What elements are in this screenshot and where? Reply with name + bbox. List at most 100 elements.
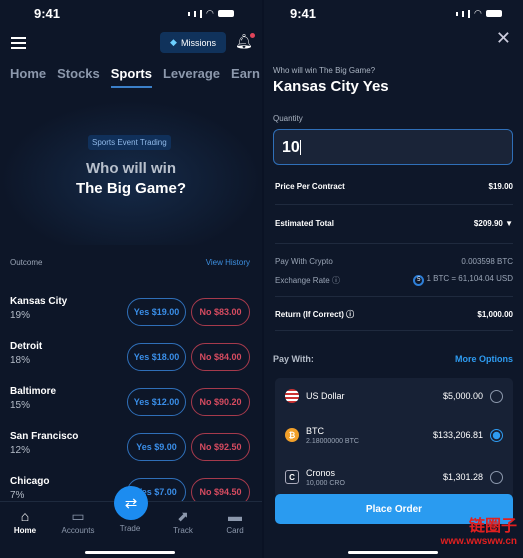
nav-track[interactable]: ⬈ Track [158,508,208,535]
bell-icon[interactable]: 🔔︎ [235,33,255,50]
tab-bar: Home Stocks Sports Leverage Earn [10,66,260,88]
price-row: Price Per Contract $19.00 [275,182,513,191]
missions-button[interactable]: ◆ Missions [160,32,226,53]
tab-earn[interactable]: Earn [231,66,260,88]
crypto-label: Pay With Crypto [275,257,333,266]
crypto-value: 0.003598 BTC [461,257,513,266]
trade-fab-button[interactable]: ⇄ [114,486,148,520]
home-indicator [85,551,175,554]
outcome-row: Detroit 18% Yes $18.00 No $84.00 [10,341,250,373]
total-label: Estimated Total [275,219,334,228]
caret-down-icon[interactable]: ▼ [505,219,513,228]
missions-label: Missions [180,37,216,48]
outcome-row: San Francisco 12% Yes $9.00 No $92.50 [10,431,250,463]
quantity-value: 10 [282,139,300,156]
sports-screen: 9:41 ◠ ◆ Missions 🔔︎ Home Stocks Sports L… [0,0,262,558]
tab-stocks[interactable]: Stocks [57,66,100,88]
return-value: $1,000.00 [477,310,513,319]
info-icon[interactable]: ⓘ [346,310,354,319]
order-screen: 9:41 ◠ ✕ Who will win The Big Game? Kans… [264,0,523,558]
method-amount: $1,301.28 [442,472,483,482]
radio-cronos[interactable] [490,470,503,484]
nav-label: Track [173,526,193,535]
swap-arrows-icon: ⇄ [124,495,138,512]
pay-with-label: Pay With: [273,354,314,364]
nav-label: Home [13,526,37,535]
nav-label: Card [226,526,244,535]
rate-row: Exchange Rate ⓘ 5 1 BTC = 61,104.04 USD [275,274,513,286]
notification-dot [249,33,255,38]
method-amount: $133,206.81 [432,430,483,440]
no-button[interactable]: No $84.00 [191,343,250,371]
payment-methods: US Dollar $5,000.00 ₿ BTC 2.18000000 BTC $13… [275,378,513,498]
us-flag-icon [285,389,299,403]
order-title: Kansas City Yes [273,78,389,95]
method-name: US Dollar [306,391,345,401]
crypto-row: Pay With Crypto 0.003598 BTC [275,257,513,266]
outcome-row: Kansas City 19% Yes $19.00 No $83.00 [10,296,250,328]
tab-sports[interactable]: Sports [110,66,152,88]
method-sub: 10,000 CRO [306,479,345,487]
menu-icon[interactable] [11,37,26,52]
wallet-icon: ▭ [71,508,85,524]
payment-usd[interactable]: US Dollar $5,000.00 [285,381,503,411]
question: Who will win The Big Game? [273,66,376,75]
outcome-label: Outcome [10,258,43,267]
price-value: $19.00 [488,182,513,191]
bitcoin-icon: ₿ [285,428,299,442]
no-button[interactable]: No $92.50 [191,433,250,461]
quantity-label: Quantity [273,114,303,123]
yes-button[interactable]: Yes $12.00 [127,388,186,416]
tab-home[interactable]: Home [10,66,46,88]
return-label: Return (If Correct) [275,310,344,319]
status-time: 9:41 [290,6,317,21]
card-icon: ▬ [228,508,242,524]
refresh-timer-icon: 5 [413,275,425,286]
cronos-icon: C [285,470,299,484]
total-value: $209.90 [473,219,503,228]
nav-card[interactable]: ▬ Card [210,508,260,535]
payment-btc[interactable]: ₿ BTC 2.18000000 BTC $133,206.81 [285,420,503,450]
chart-icon: ⬈ [177,508,189,524]
no-button[interactable]: No $90.20 [191,388,250,416]
quantity-input[interactable]: 10 [273,129,513,165]
radio-usd[interactable] [490,389,503,403]
rate-value: 1 BTC = 61,104.04 USD [426,274,514,283]
status-time: 9:41 [34,6,61,21]
tab-leverage[interactable]: Leverage [163,66,220,88]
price-label: Price Per Contract [275,182,345,191]
rate-label: Exchange Rate [275,275,330,285]
payment-cronos[interactable]: C Cronos 10,000 CRO $1,301.28 [285,462,503,492]
yes-button[interactable]: Yes $19.00 [127,298,186,326]
home-icon: ⌂ [20,508,30,524]
status-icons: ◠ [456,8,502,19]
diamond-icon: ◆ [170,37,177,47]
total-row[interactable]: Estimated Total $209.90 ▼ [275,219,513,228]
nav-label: Trade [119,524,141,533]
nav-accounts[interactable]: ▭ Accounts [53,508,103,535]
nav-trade[interactable]: Trade [105,524,155,533]
return-row: Return (If Correct) ⓘ $1,000.00 [275,309,513,320]
radio-btc[interactable] [490,428,503,442]
info-icon[interactable]: ⓘ [332,276,340,285]
hero-banner: Sports Event Trading Who will win The Bi… [0,100,262,245]
hero-badge: Sports Event Trading [88,135,171,150]
no-button[interactable]: No $83.00 [191,298,250,326]
nav-home[interactable]: ⌂ Home [0,508,50,535]
nav-label: Accounts [61,526,95,535]
method-sub: 2.18000000 BTC [306,437,359,445]
watermark: 链圈子 www.wwsww.cn [440,518,518,547]
method-amount: $5,000.00 [442,391,483,401]
status-icons: ◠ [188,8,234,19]
home-indicator [348,551,438,554]
yes-button[interactable]: Yes $9.00 [127,433,186,461]
close-icon[interactable]: ✕ [496,28,511,49]
method-name: Cronos [306,467,336,478]
hero-line2: The Big Game? [75,180,187,197]
yes-button[interactable]: Yes $18.00 [127,343,186,371]
more-options-link[interactable]: More Options [455,354,513,364]
method-name: BTC [306,425,324,436]
view-history-link[interactable]: View History [206,258,250,267]
hero-line1: Who will win [86,160,176,177]
outcome-row: Baltimore 15% Yes $12.00 No $90.20 [10,386,250,418]
